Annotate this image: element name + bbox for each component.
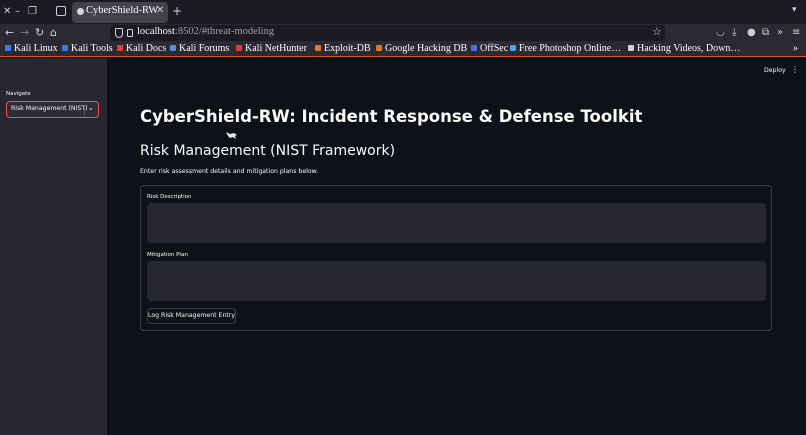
hacking-videos-icon bbox=[628, 45, 634, 51]
bookmark-kali-nethunter[interactable]: Kali NetHunter bbox=[236, 42, 307, 56]
navigate-select[interactable]: Risk Management (NIST) ⌄ bbox=[6, 101, 99, 118]
photoshop-icon bbox=[510, 45, 516, 51]
chevron-down-icon[interactable]: ▾ bbox=[792, 5, 797, 15]
navigate-select-value: Risk Management (NIST) bbox=[11, 105, 88, 112]
browser-navbar: ← → ↻ ⌂ localhost:8502/#threat-modeling … bbox=[0, 24, 806, 42]
bookmark-kali-docs[interactable]: Kali Docs bbox=[117, 42, 166, 56]
bookmark-label: Kali Forums bbox=[179, 43, 230, 54]
google-hacking-db-icon bbox=[376, 45, 382, 51]
select-divider bbox=[84, 105, 85, 115]
bookmarks-bar: Kali Linux Kali Tools Kali Docs Kali For… bbox=[0, 42, 806, 57]
pocket-icon[interactable]: ◡ bbox=[716, 26, 725, 40]
hamburger-menu-icon[interactable]: ≡ bbox=[792, 26, 800, 40]
downloads-icon[interactable]: ⤓ bbox=[732, 26, 736, 40]
tab-list-icon[interactable] bbox=[56, 6, 66, 16]
bookmark-label: Kali Docs bbox=[126, 43, 167, 54]
section-caption: Enter risk assessment details and mitiga… bbox=[140, 168, 319, 175]
bookmark-kali-tools[interactable]: Kali Tools bbox=[62, 42, 113, 56]
bookmark-google-hacking-db[interactable]: Google Hacking DB bbox=[376, 42, 467, 56]
bookmark-label: Free Photoshop Online… bbox=[519, 43, 622, 54]
bookmark-star-icon[interactable]: ☆ bbox=[652, 25, 662, 38]
bookmarks-overflow-icon[interactable]: » bbox=[793, 42, 798, 56]
navigate-label: Navigate bbox=[6, 91, 31, 97]
main-menu-icon[interactable]: ⋮ bbox=[791, 65, 799, 74]
browser-tab-strip: ✕ – ❐ CyberShield-RW ✕ + ▾ bbox=[0, 0, 806, 24]
section-title: Risk Management (NIST Framework) bbox=[140, 143, 396, 159]
extensions-icon[interactable]: ⧉ bbox=[762, 26, 769, 40]
chevron-down-icon[interactable]: ⌄ bbox=[88, 104, 94, 112]
window-minimize-icon[interactable]: – bbox=[15, 5, 20, 19]
tab-close-icon[interactable]: ✕ bbox=[156, 5, 164, 16]
kali-linux-icon bbox=[5, 45, 11, 51]
bookmark-label: Google Hacking DB bbox=[385, 43, 468, 54]
reload-icon[interactable]: ↻ bbox=[35, 25, 44, 41]
home-icon[interactable]: ⌂ bbox=[50, 25, 57, 41]
deploy-button[interactable]: Deploy bbox=[764, 67, 786, 74]
log-risk-entry-button[interactable]: Log Risk Management Entry bbox=[147, 308, 236, 324]
bookmark-label: OffSec bbox=[480, 43, 509, 54]
browser-tab-active[interactable]: CyberShield-RW ✕ bbox=[72, 2, 168, 23]
risk-description-label: Risk Description bbox=[147, 194, 192, 200]
bookmark-free-photoshop[interactable]: Free Photoshop Online… bbox=[510, 42, 621, 56]
back-arrow-icon[interactable]: ← bbox=[5, 25, 14, 41]
kali-nethunter-icon bbox=[236, 45, 242, 51]
bookmark-label: Hacking Videos, Down… bbox=[637, 43, 741, 54]
main-content: Deploy ⋮ CyberShield-RW: Incident Respon… bbox=[107, 58, 806, 435]
kali-forums-icon bbox=[170, 45, 176, 51]
tab-favicon-icon bbox=[77, 8, 84, 15]
account-icon[interactable]: ● bbox=[747, 26, 756, 40]
sidebar: Navigate Risk Management (NIST) ⌄ bbox=[0, 58, 107, 435]
risk-form: Risk Description Mitigation Plan Log Ris… bbox=[140, 185, 772, 331]
mouse-cursor-icon bbox=[226, 132, 237, 139]
url-path: :8502/#threat-modeling bbox=[174, 26, 275, 37]
bookmark-kali-forums[interactable]: Kali Forums bbox=[170, 42, 229, 56]
shield-icon[interactable] bbox=[115, 28, 123, 38]
tab-title: CyberShield-RW bbox=[86, 5, 159, 16]
kali-tools-icon bbox=[62, 45, 68, 51]
url-bar[interactable]: localhost:8502/#threat-modeling ☆ bbox=[110, 25, 665, 41]
bookmark-label: Exploit-DB bbox=[324, 43, 371, 54]
window-restore-icon[interactable]: ❐ bbox=[28, 5, 37, 19]
window-close-icon[interactable]: ✕ bbox=[3, 5, 11, 19]
forward-arrow-icon[interactable]: → bbox=[20, 25, 29, 41]
url-text[interactable]: localhost:8502/#threat-modeling bbox=[137, 26, 274, 37]
bookmark-hacking-videos[interactable]: Hacking Videos, Down… bbox=[628, 42, 740, 56]
url-host: localhost bbox=[137, 26, 175, 37]
page-info-icon[interactable] bbox=[127, 29, 133, 37]
offsec-icon bbox=[471, 45, 477, 51]
mitigation-plan-input[interactable] bbox=[147, 261, 766, 301]
bookmark-offsec[interactable]: OffSec bbox=[471, 42, 508, 56]
overflow-chevron-icon[interactable]: » bbox=[777, 26, 783, 40]
page-title: CyberShield-RW: Incident Response & Defe… bbox=[140, 107, 643, 126]
mitigation-plan-label: Mitigation Plan bbox=[147, 252, 188, 258]
new-tab-icon[interactable]: + bbox=[172, 4, 182, 18]
bookmark-label: Kali Linux bbox=[14, 43, 58, 54]
exploit-db-icon bbox=[315, 45, 321, 51]
bookmark-label: Kali NetHunter bbox=[245, 43, 307, 54]
bookmark-exploit-db[interactable]: Exploit-DB bbox=[315, 42, 371, 56]
kali-docs-icon bbox=[117, 45, 123, 51]
bookmark-kali-linux[interactable]: Kali Linux bbox=[5, 42, 58, 56]
risk-description-input[interactable] bbox=[147, 203, 766, 243]
bookmark-label: Kali Tools bbox=[71, 43, 113, 54]
